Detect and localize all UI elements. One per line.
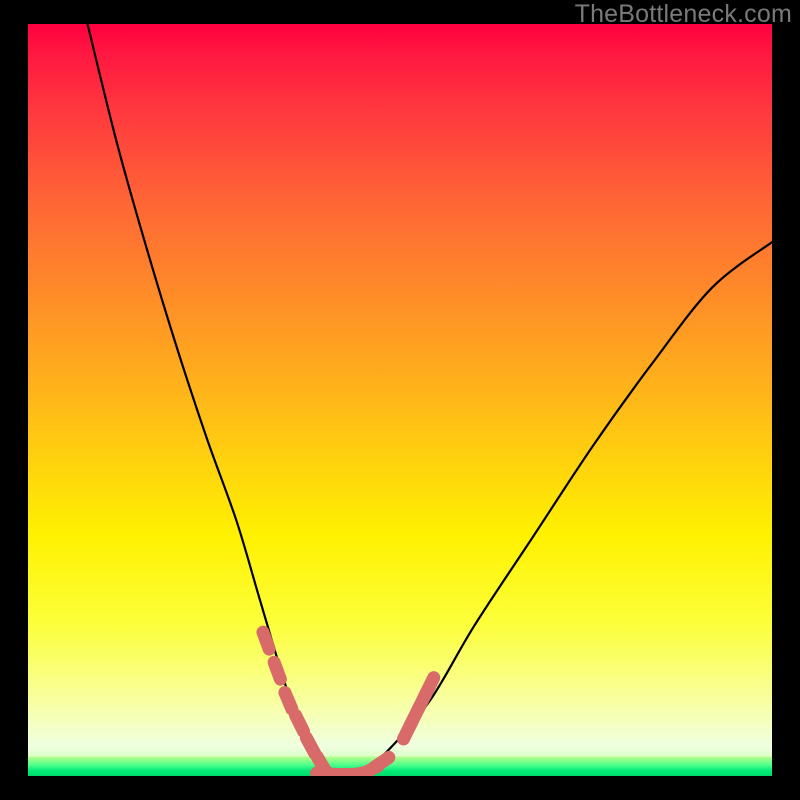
watermark-text: TheBottleneck.com [575, 0, 792, 29]
heat-gradient-background [28, 24, 772, 776]
plot-frame [28, 24, 772, 776]
baseline-green-strip [28, 756, 772, 776]
plot-area [28, 24, 772, 776]
